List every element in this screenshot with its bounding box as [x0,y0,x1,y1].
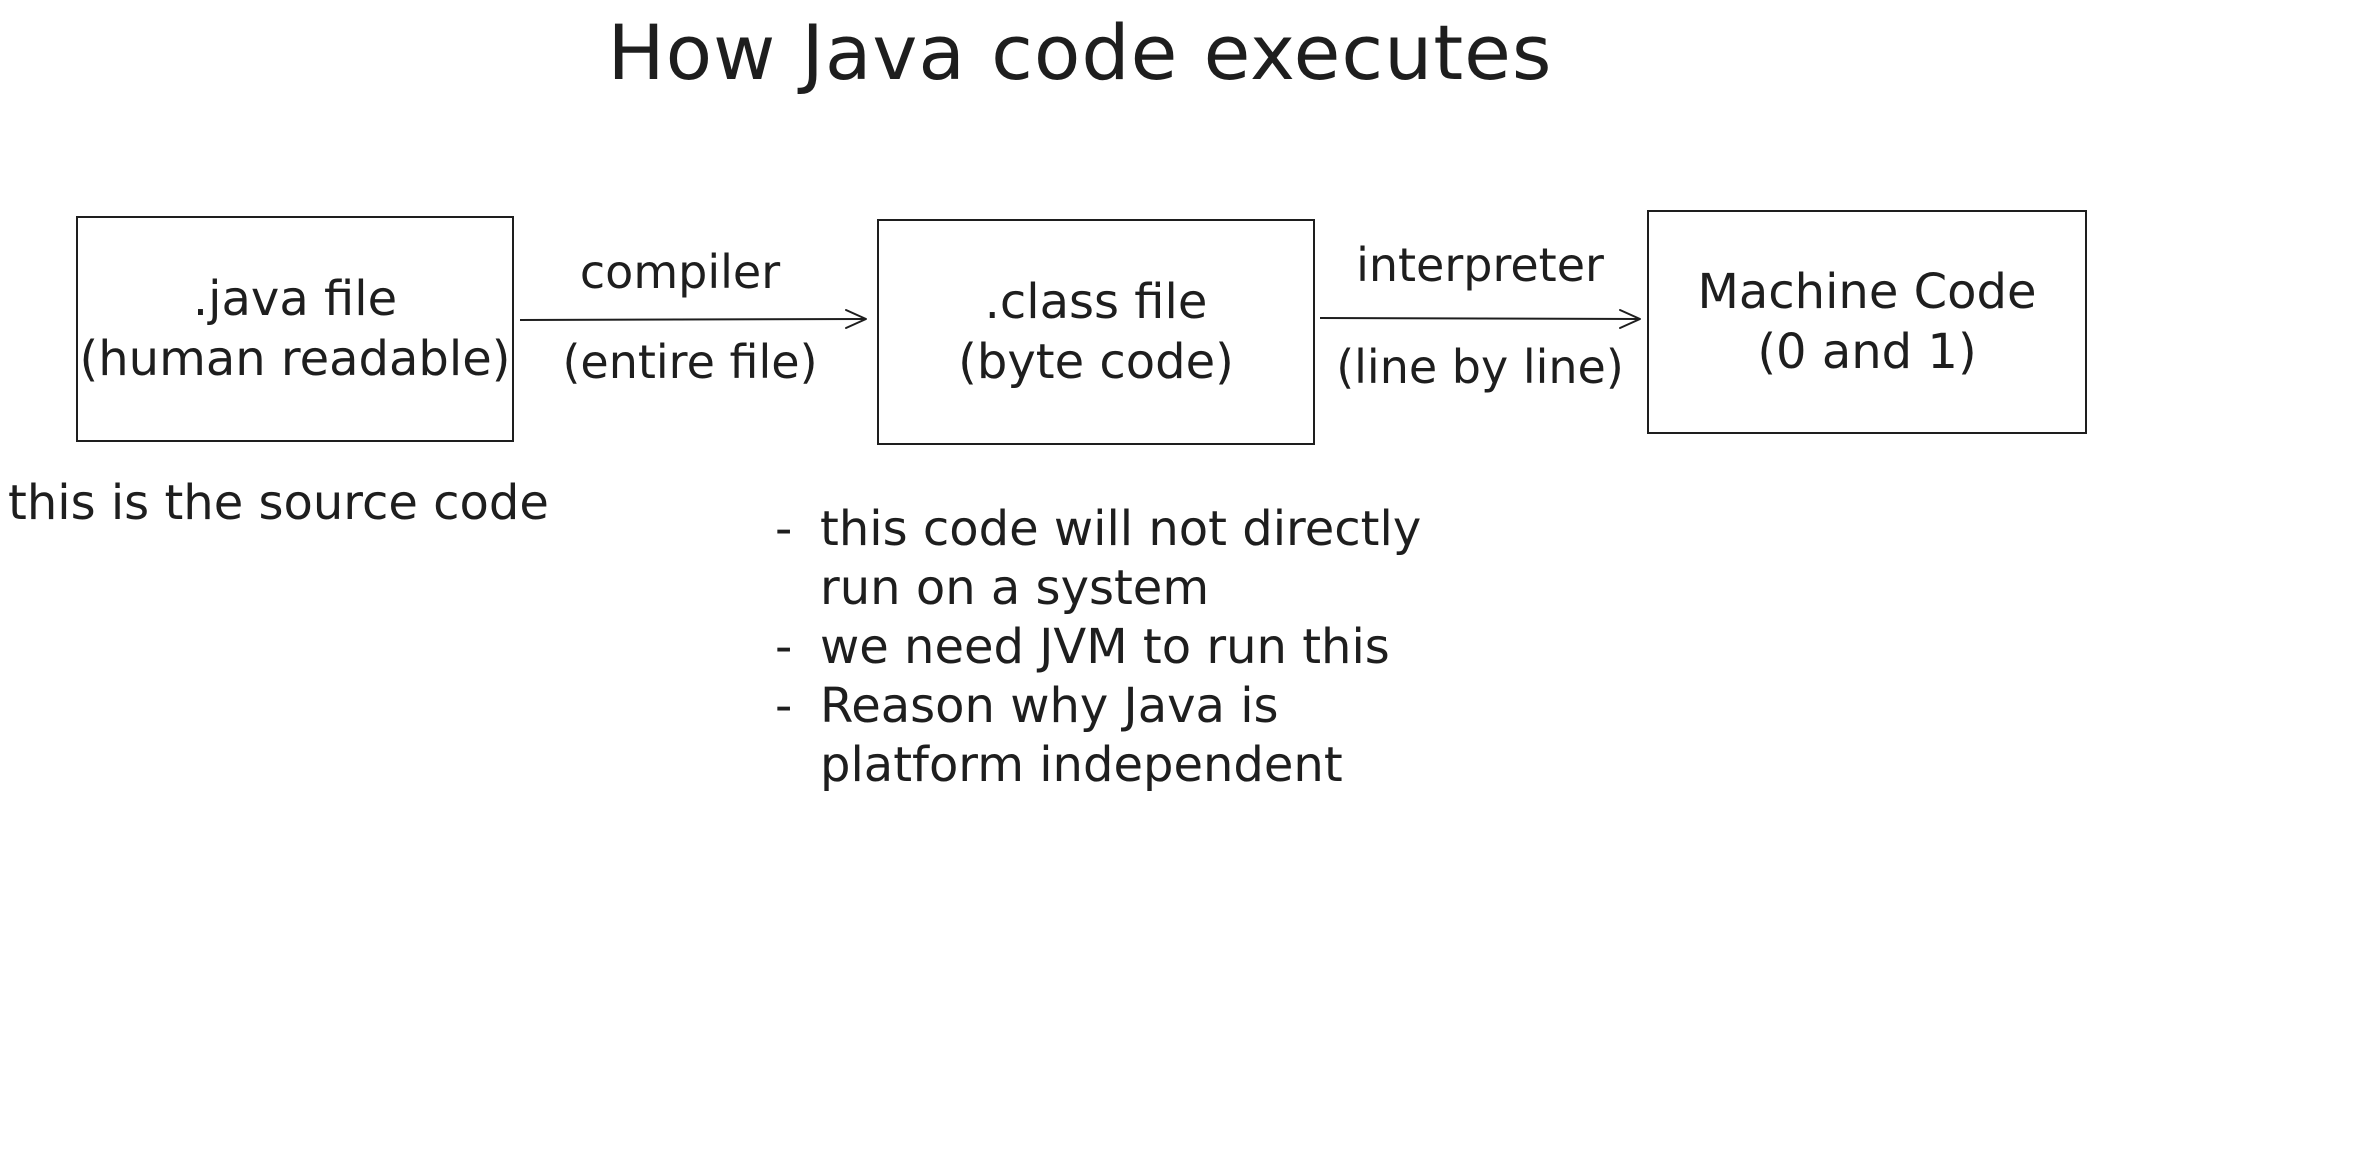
bullet-item: - this code will not directly [775,500,1421,559]
edge-label-line-by-line: (line by line) [1336,340,1624,394]
arrow-interpreter[interactable] [1319,309,1641,329]
bullet-continuation: run on a system [820,560,1210,616]
bullet-text: we need JVM to run this [820,619,1390,675]
bullet-marker: - [775,678,793,734]
bullet-continuation: platform independent [820,737,1343,793]
note-source-code: this is the source code [8,475,549,531]
bullet-marker: - [775,501,793,557]
bullet-item: - we need JVM to run this [775,618,1421,677]
bullet-marker: - [775,619,793,675]
diagram-canvas: How Java code executes .java file (human… [0,0,2353,1159]
edge-label-compiler: compiler [579,245,781,299]
arrow-compiler[interactable] [519,309,867,329]
bullet-item: - Reason why Java is [775,677,1421,736]
bullet-text: Reason why Java is [820,678,1279,734]
edge-label-entire-file: (entire file) [562,335,818,389]
bullet-text: this code will not directly [820,501,1422,557]
bytecode-notes-list: - this code will not directly run on a sy… [775,500,1421,795]
edge-label-interpreter: interpreter [1356,238,1604,292]
